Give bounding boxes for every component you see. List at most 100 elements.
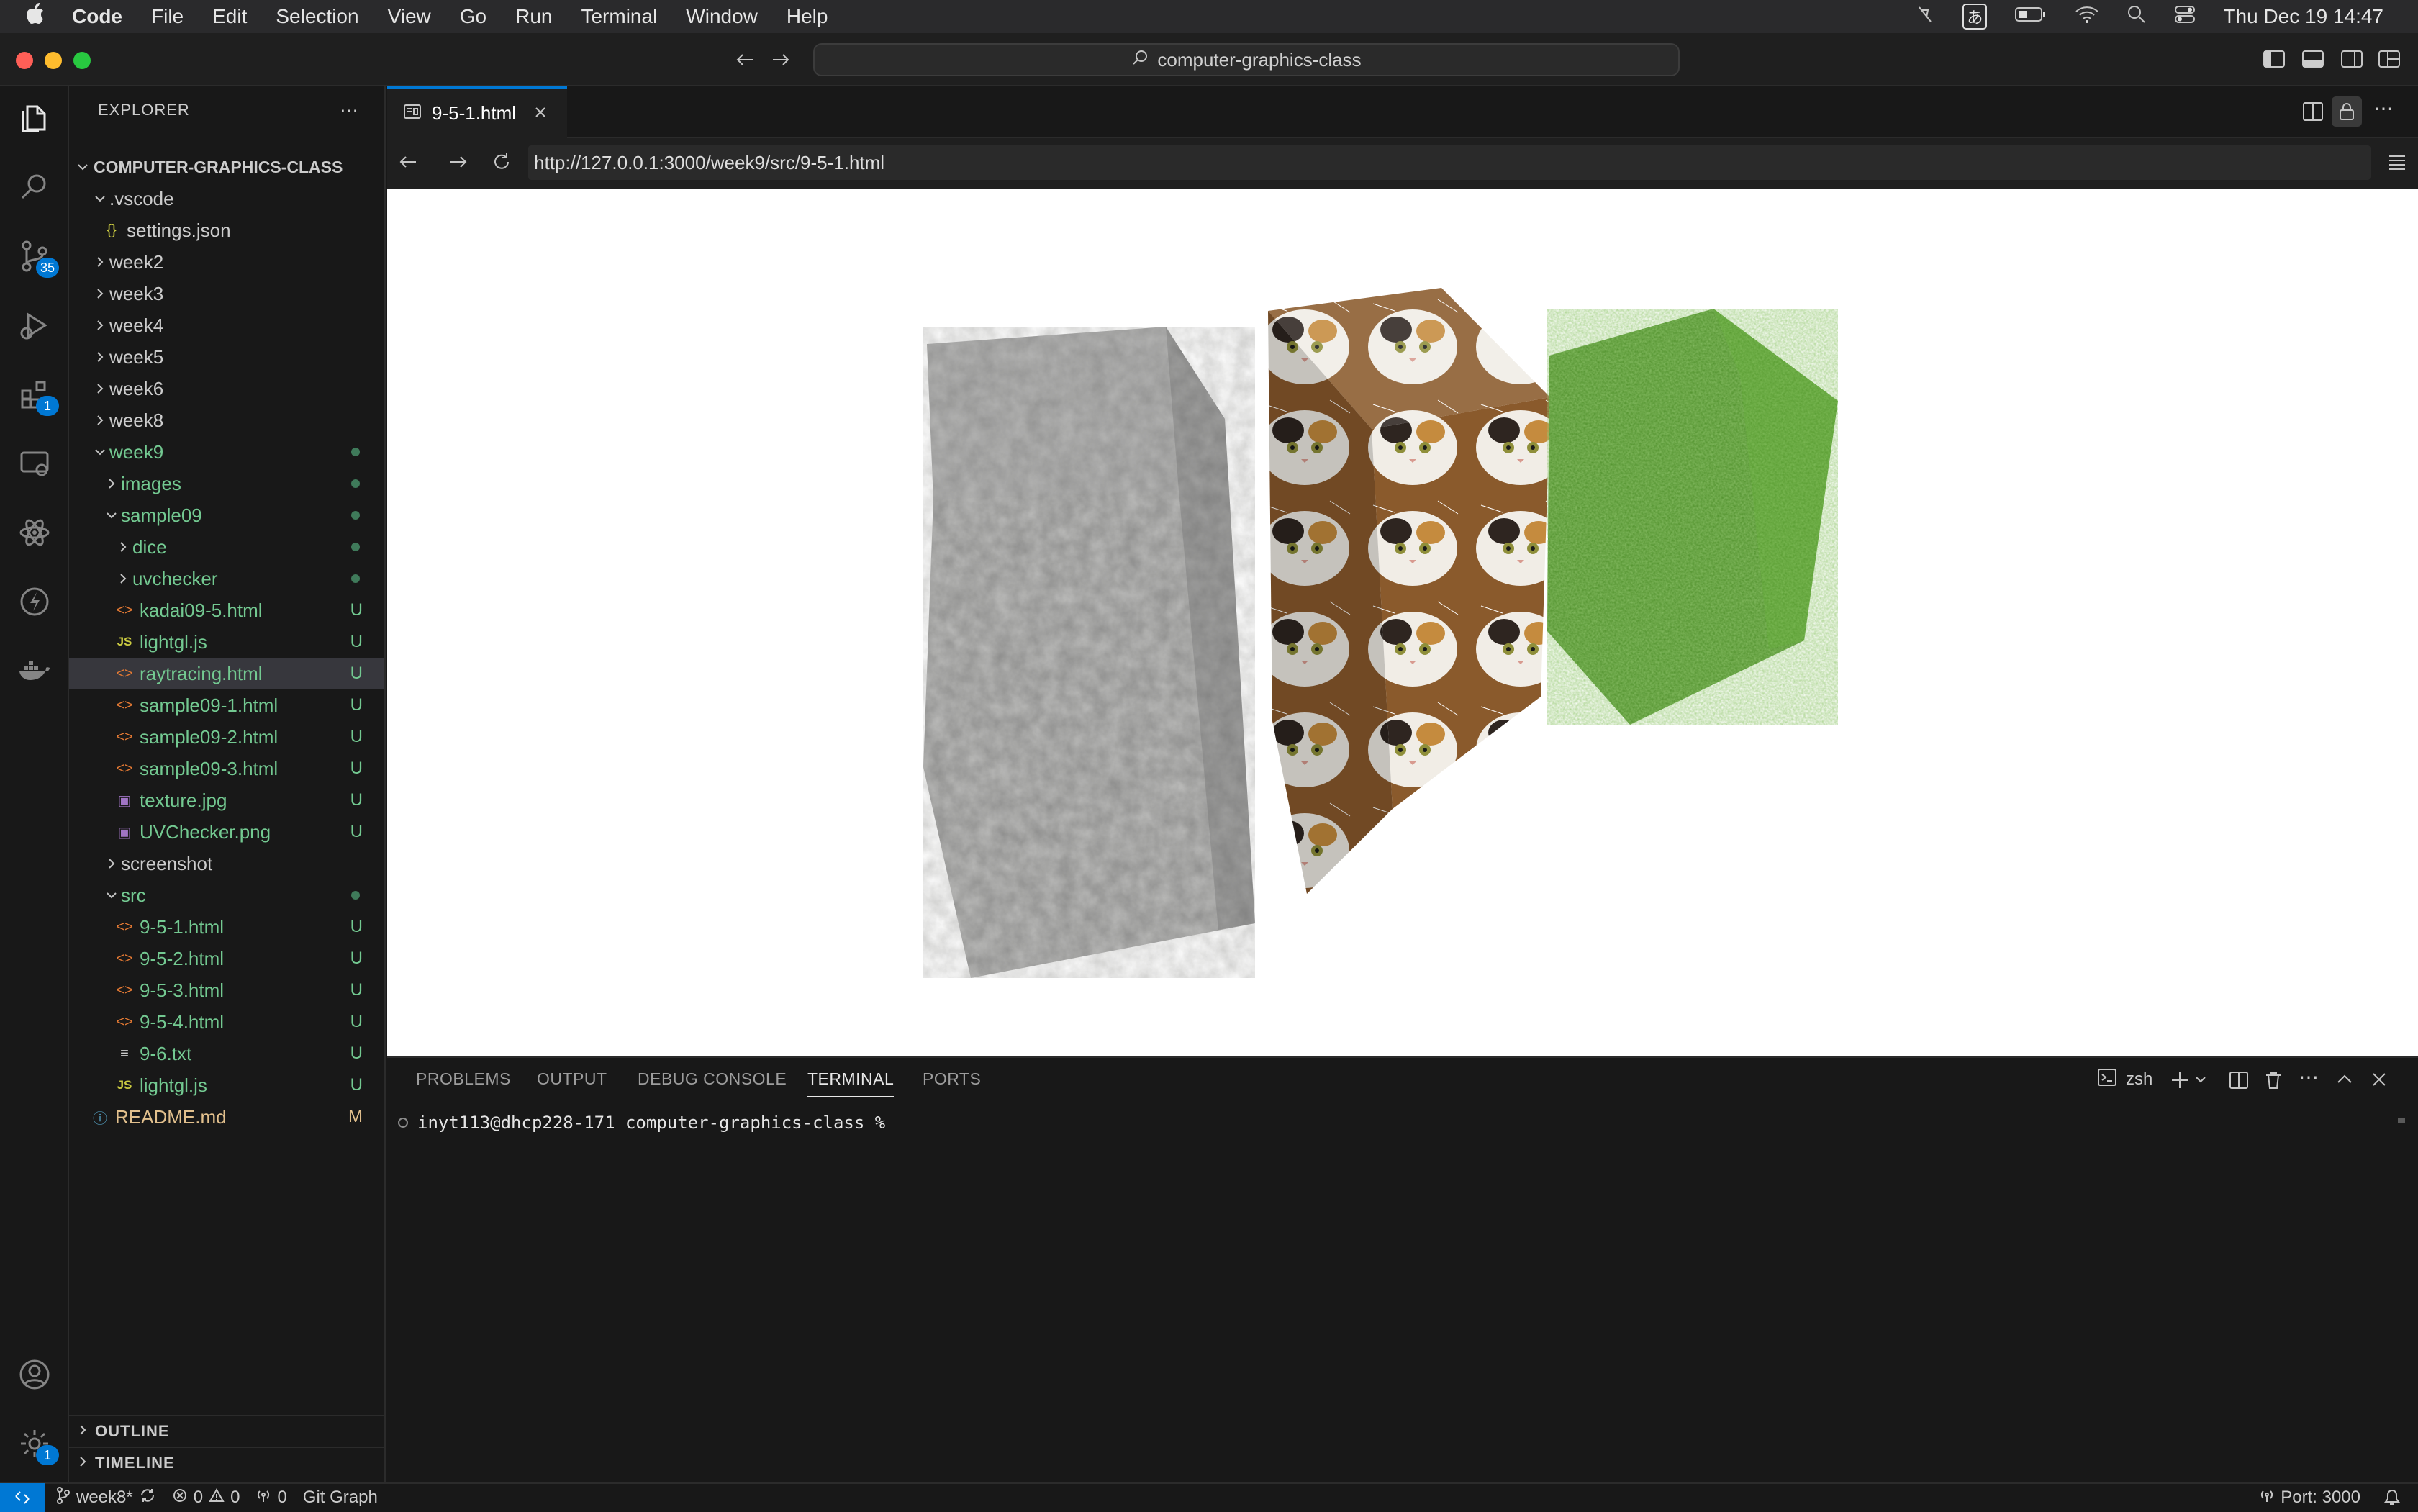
kill-terminal-icon[interactable]	[2263, 1069, 2284, 1095]
toggle-secondary-sidebar-icon[interactable]	[2340, 49, 2363, 73]
menu-file[interactable]: File	[151, 5, 184, 28]
more-actions-icon[interactable]: ⋯	[340, 99, 358, 122]
tree-file-9-5-2[interactable]: <> 9-5-2.html U	[69, 943, 384, 974]
menu-run[interactable]: Run	[515, 5, 552, 28]
tree-file-texture-jpg[interactable]: ▣ texture.jpg U	[69, 784, 384, 816]
terminal-shell-selector[interactable]: zsh	[2097, 1065, 2152, 1094]
menu-selection[interactable]: Selection	[276, 5, 358, 28]
tree-file-sample09-3[interactable]: <> sample09-3.html U	[69, 753, 384, 784]
menu-window[interactable]: Window	[686, 5, 758, 28]
source-control-icon[interactable]: 35	[13, 235, 59, 278]
lightning-icon[interactable]	[13, 580, 56, 623]
spotlight-icon[interactable]	[2127, 4, 2147, 30]
remote-explorer-icon[interactable]	[13, 442, 56, 485]
menu-terminal[interactable]: Terminal	[581, 5, 657, 28]
tree-file-raytracing[interactable]: <> raytracing.html U	[69, 658, 384, 689]
input-method-icon[interactable]: あ	[1962, 4, 1988, 30]
tree-folder-vscode[interactable]: .vscode	[69, 183, 384, 214]
tab-debug-console[interactable]: DEBUG CONSOLE	[638, 1069, 787, 1089]
notifications-bell-icon[interactable]	[2383, 1488, 2401, 1512]
git-graph-button[interactable]: Git Graph	[303, 1488, 378, 1508]
close-tab-icon[interactable]	[533, 102, 548, 125]
tree-folder-uvchecker[interactable]: uvchecker	[69, 563, 384, 594]
tree-folder-week4[interactable]: week4	[69, 309, 384, 341]
wifi-icon[interactable]	[2075, 5, 2099, 29]
problems-indicator[interactable]: 0 0	[172, 1488, 240, 1508]
browser-forward-icon[interactable]	[448, 151, 469, 176]
docker-icon[interactable]	[13, 649, 56, 692]
tree-folder-week3[interactable]: week3	[69, 278, 384, 309]
tree-file-sample09-1[interactable]: <> sample09-1.html U	[69, 689, 384, 721]
extensions-icon[interactable]: 1	[13, 373, 59, 416]
explorer-icon[interactable]	[13, 96, 56, 140]
tree-file-9-5-1[interactable]: <> 9-5-1.html U	[69, 911, 384, 943]
tree-folder-images[interactable]: images	[69, 468, 384, 499]
command-center-search[interactable]: computer-graphics-class	[813, 43, 1680, 76]
workspace-root[interactable]: COMPUTER-GRAPHICS-CLASS	[69, 151, 384, 183]
tree-folder-week9[interactable]: week9	[69, 436, 384, 468]
tab-output[interactable]: OUTPUT	[537, 1069, 607, 1089]
maximize-window-button[interactable]	[73, 52, 91, 69]
tree-folder-week8[interactable]: week8	[69, 404, 384, 436]
more-actions-icon[interactable]: ⋯	[2299, 1065, 2319, 1089]
forward-arrow-icon[interactable]	[770, 49, 792, 74]
tree-folder-screenshot[interactable]: screenshot	[69, 848, 384, 879]
battery-icon[interactable]	[2014, 5, 2047, 28]
url-input[interactable]: http://127.0.0.1:3000/week9/src/9-5-1.ht…	[528, 145, 2371, 180]
tree-file-sample09-2[interactable]: <> sample09-2.html U	[69, 721, 384, 753]
menu-go[interactable]: Go	[460, 5, 486, 28]
control-center-icon[interactable]	[2174, 5, 2196, 29]
menu-help[interactable]: Help	[787, 5, 828, 28]
open-in-browser-icon[interactable]	[2386, 151, 2408, 176]
tree-file-settings-json[interactable]: {} settings.json	[69, 214, 384, 246]
remote-indicator[interactable]	[0, 1483, 45, 1512]
split-terminal-icon[interactable]	[2228, 1069, 2250, 1095]
live-server-port[interactable]: Port: 3000	[2259, 1488, 2360, 1508]
tree-file-readme[interactable]: ⓘ README.md M	[69, 1101, 384, 1133]
mute-icon[interactable]	[1915, 4, 1935, 30]
tab-problems[interactable]: PROBLEMS	[416, 1069, 511, 1089]
tree-file-uvchecker-png[interactable]: ▣ UVChecker.png U	[69, 816, 384, 848]
toggle-primary-sidebar-icon[interactable]	[2263, 49, 2286, 73]
tree-file-kadai09-5[interactable]: <> kadai09-5.html U	[69, 594, 384, 626]
tree-folder-week5[interactable]: week5	[69, 341, 384, 373]
webgl-canvas[interactable]	[387, 189, 2418, 1056]
editor-tab-9-5-1[interactable]: 9-5-1.html	[387, 86, 567, 138]
apple-icon[interactable]	[19, 3, 52, 30]
tab-terminal[interactable]: TERMINAL	[807, 1069, 895, 1097]
tree-folder-src[interactable]: src	[69, 879, 384, 911]
terminal-scrollbar-thumb[interactable]	[2398, 1118, 2405, 1123]
ports-indicator[interactable]: 0	[255, 1488, 287, 1508]
terminal-line[interactable]: inyt113@dhcp228-171 computer-graphics-cl…	[397, 1113, 885, 1133]
new-terminal-icon[interactable]	[2169, 1069, 2191, 1095]
close-window-button[interactable]	[16, 52, 33, 69]
tree-file-9-5-3[interactable]: <> 9-5-3.html U	[69, 974, 384, 1006]
chevron-down-icon[interactable]	[2193, 1072, 2208, 1090]
react-icon[interactable]	[13, 511, 56, 554]
tree-folder-week2[interactable]: week2	[69, 246, 384, 278]
minimize-window-button[interactable]	[45, 52, 62, 69]
branch-indicator[interactable]: week8*	[56, 1486, 156, 1509]
tab-ports[interactable]: PORTS	[923, 1069, 981, 1089]
back-arrow-icon[interactable]	[734, 49, 756, 74]
tree-file-lightgl-js[interactable]: JS lightgl.js U	[69, 626, 384, 658]
menu-edit[interactable]: Edit	[212, 5, 247, 28]
outline-section[interactable]: OUTLINE	[69, 1415, 384, 1447]
split-editor-icon[interactable]	[2301, 101, 2324, 126]
tree-folder-dice[interactable]: dice	[69, 531, 384, 563]
lock-group-icon[interactable]	[2332, 96, 2362, 127]
tree-file-src-lightgl-js[interactable]: JS lightgl.js U	[69, 1069, 384, 1101]
tree-file-9-5-4[interactable]: <> 9-5-4.html U	[69, 1006, 384, 1038]
tree-folder-sample09[interactable]: sample09	[69, 499, 384, 531]
tree-folder-week6[interactable]: week6	[69, 373, 384, 404]
run-debug-icon[interactable]	[13, 304, 56, 347]
sync-icon[interactable]	[139, 1487, 156, 1509]
manage-gear-icon[interactable]: 1	[13, 1422, 59, 1465]
timeline-section[interactable]: TIMELINE	[69, 1447, 384, 1478]
menu-view[interactable]: View	[388, 5, 431, 28]
close-panel-icon[interactable]	[2369, 1069, 2389, 1093]
search-icon[interactable]	[13, 166, 56, 209]
customize-layout-icon[interactable]	[2378, 49, 2401, 73]
maximize-panel-icon[interactable]	[2335, 1069, 2355, 1093]
more-actions-icon[interactable]: ⋯	[2373, 96, 2394, 120]
